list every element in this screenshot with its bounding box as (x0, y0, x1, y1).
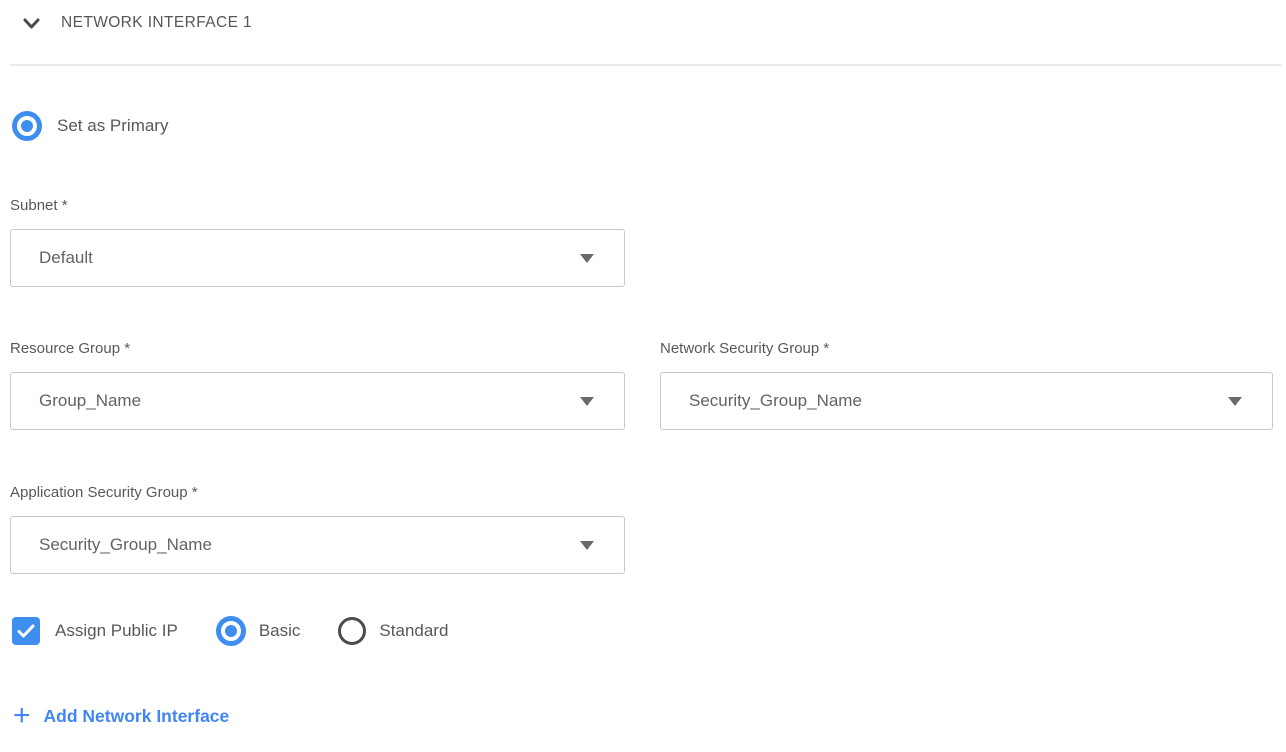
network-security-group-select[interactable]: Security_Group_Name (660, 372, 1273, 430)
ip-type-standard-option[interactable]: Standard (338, 617, 448, 645)
network-security-group-label: Network Security Group * (660, 340, 1273, 358)
dropdown-caret-icon (580, 254, 594, 263)
public-ip-options-row: Assign Public IP Basic Standard (12, 616, 1286, 646)
assign-public-ip-checkbox[interactable] (12, 617, 40, 645)
standard-radio-label: Standard (379, 621, 448, 641)
dropdown-caret-icon (1228, 397, 1242, 406)
section-title: NETWORK INTERFACE 1 (61, 14, 252, 32)
subnet-value: Default (39, 248, 93, 268)
primary-radio-selected[interactable] (12, 111, 42, 141)
subnet-label: Subnet * (10, 197, 1286, 215)
standard-radio-unselected[interactable] (338, 617, 366, 645)
assign-public-ip-label: Assign Public IP (55, 621, 178, 641)
network-security-group-value: Security_Group_Name (689, 391, 862, 411)
section-divider (10, 64, 1281, 66)
dropdown-caret-icon (580, 541, 594, 550)
network-security-group-field: Network Security Group * Security_Group_… (660, 340, 1273, 430)
plus-icon: + (13, 703, 31, 729)
resource-group-field: Resource Group * Group_Name (10, 340, 625, 430)
add-network-interface-link[interactable]: + Add Network Interface (13, 703, 1286, 729)
resource-group-label: Resource Group * (10, 340, 625, 358)
basic-radio-selected[interactable] (216, 616, 246, 646)
set-as-primary-option[interactable]: Set as Primary (12, 111, 1286, 141)
network-interface-section: NETWORK INTERFACE 1 Set as Primary Subne… (0, 12, 1286, 752)
checkmark-icon (17, 624, 35, 638)
subnet-select[interactable]: Default (10, 229, 625, 287)
application-security-group-value: Security_Group_Name (39, 535, 212, 555)
chevron-down-icon[interactable] (23, 18, 40, 29)
subnet-field: Subnet * Default (10, 197, 1286, 287)
resource-group-value: Group_Name (39, 391, 141, 411)
primary-radio-label: Set as Primary (57, 116, 168, 136)
application-security-group-label: Application Security Group * (10, 484, 1286, 502)
resource-group-select[interactable]: Group_Name (10, 372, 625, 430)
basic-radio-label: Basic (259, 621, 301, 641)
application-security-group-select[interactable]: Security_Group_Name (10, 516, 625, 574)
ip-type-basic-option[interactable]: Basic (216, 616, 301, 646)
section-header: NETWORK INTERFACE 1 (23, 12, 1286, 34)
application-security-group-field: Application Security Group * Security_Gr… (10, 484, 1286, 574)
add-network-interface-label: Add Network Interface (44, 706, 230, 727)
dropdown-caret-icon (580, 397, 594, 406)
group-fields-row: Resource Group * Group_Name Network Secu… (0, 340, 1286, 430)
